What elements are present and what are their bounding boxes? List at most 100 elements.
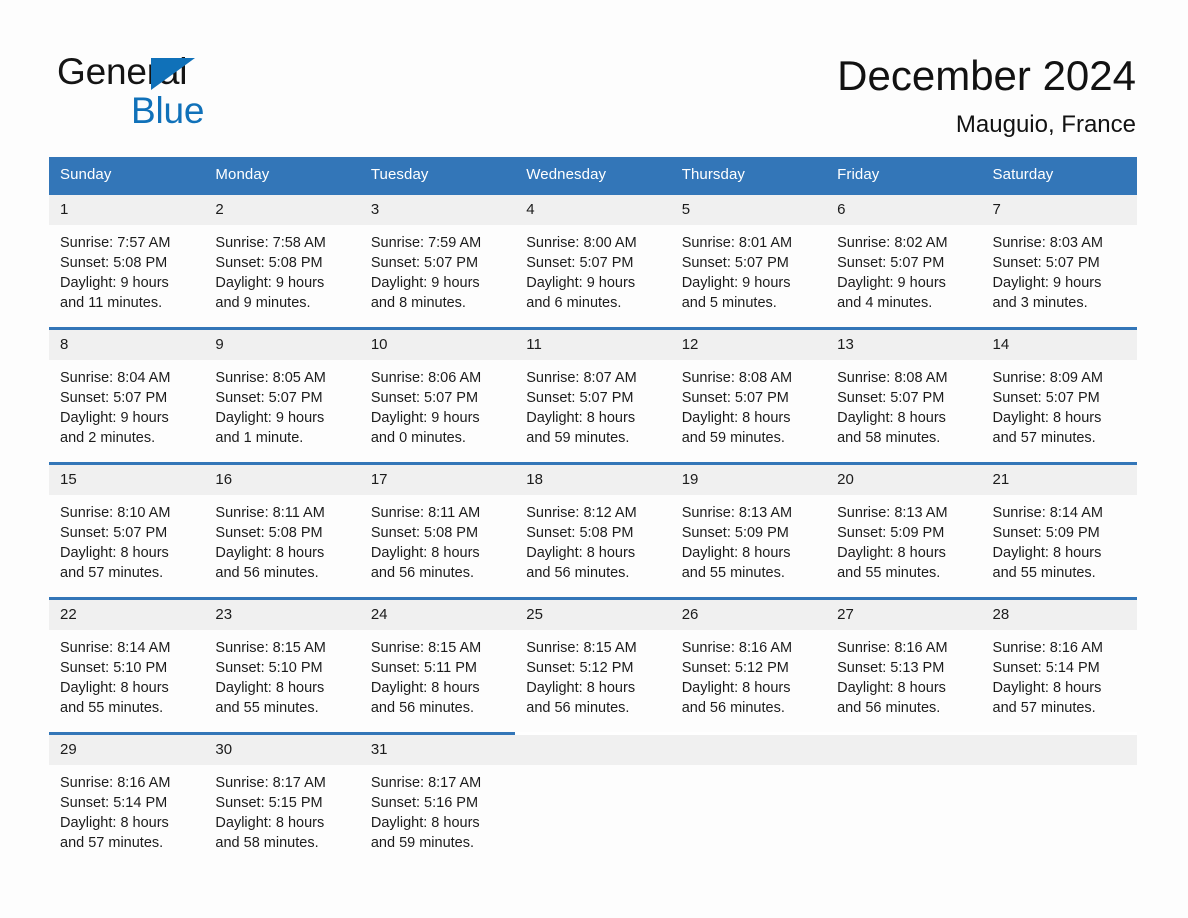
day-number: 29	[49, 735, 205, 765]
calendar-day-cell[interactable]: 8 Sunrise: 8:04 AM Sunset: 5:07 PM Daylight…	[49, 327, 205, 464]
sunset-text: Sunset: 5:07 PM	[992, 390, 1100, 406]
sunset-text: Sunset: 5:07 PM	[60, 390, 168, 406]
daylight-text-line1: Daylight: 9 hours	[215, 410, 325, 426]
day-details: Sunrise: 8:12 AM Sunset: 5:08 PM Daylight:…	[515, 495, 670, 583]
day-details: Sunrise: 8:11 AM Sunset: 5:08 PM Daylight:…	[204, 495, 359, 583]
day-number	[826, 735, 982, 765]
daylight-text-line2: and 56 minutes.	[370, 700, 475, 716]
daylight-text-line1: Daylight: 9 hours	[681, 275, 791, 291]
sunrise-text: Sunrise: 8:13 AM	[681, 505, 793, 521]
daylight-text-line1: Daylight: 8 hours	[837, 545, 946, 561]
day-number: 2	[204, 195, 360, 225]
day-number: 28	[981, 600, 1137, 630]
sunrise-text: Sunrise: 8:17 AM	[215, 775, 326, 791]
weekday-header-monday: Monday	[204, 157, 360, 194]
sunset-text: Sunset: 5:13 PM	[837, 660, 945, 676]
calendar-week-row: 15 Sunrise: 8:10 AM Sunset: 5:07 PM Dayligh…	[49, 462, 1137, 599]
daylight-text-line1: Daylight: 9 hours	[60, 275, 169, 291]
calendar-day-cell[interactable]: 22 Sunrise: 8:14 AM Sunset: 5:10 PM Dayligh…	[49, 597, 205, 734]
day-details: Sunrise: 8:14 AM Sunset: 5:10 PM Daylight:…	[49, 630, 204, 718]
calendar-day-cell[interactable]: 25 Sunrise: 8:15 AM Sunset: 5:12 PM Dayligh…	[515, 597, 671, 734]
sunrise-text: Sunrise: 8:12 AM	[526, 505, 637, 521]
page-header: General Blue December 2024 Mauguio, Fran…	[0, 0, 1188, 152]
daylight-text-line2: and 55 minutes.	[681, 565, 785, 581]
day-number: 25	[515, 600, 671, 630]
weekday-header-thursday: Thursday	[670, 157, 827, 194]
daylight-text-line1: Daylight: 8 hours	[681, 545, 791, 561]
sunset-text: Sunset: 5:08 PM	[215, 525, 323, 541]
location-subtitle: Mauguio, France	[955, 111, 1136, 138]
calendar-day-cell[interactable]: 31 Sunrise: 8:17 AM Sunset: 5:16 PM Dayligh…	[359, 732, 516, 867]
sunset-text: Sunset: 5:08 PM	[60, 255, 168, 271]
sunset-text: Sunset: 5:07 PM	[370, 255, 479, 271]
calendar-day-cell[interactable]: 23 Sunrise: 8:15 AM Sunset: 5:10 PM Dayligh…	[204, 597, 360, 734]
calendar-day-cell[interactable]: 11 Sunrise: 8:07 AM Sunset: 5:07 PM Dayligh…	[515, 327, 671, 464]
sunset-text: Sunset: 5:12 PM	[526, 660, 634, 676]
calendar-day-cell[interactable]: 28 Sunrise: 8:16 AM Sunset: 5:14 PM Dayligh…	[981, 597, 1137, 734]
sunrise-text: Sunrise: 8:01 AM	[681, 235, 793, 251]
daylight-text-line1: Daylight: 8 hours	[681, 680, 791, 696]
calendar-day-cell[interactable]: 10 Sunrise: 8:06 AM Sunset: 5:07 PM Dayligh…	[359, 327, 516, 464]
calendar-week-row: 22 Sunrise: 8:14 AM Sunset: 5:10 PM Dayligh…	[49, 597, 1137, 734]
calendar-day-cell[interactable]: 16 Sunrise: 8:11 AM Sunset: 5:08 PM Dayligh…	[204, 462, 360, 599]
day-number: 13	[826, 330, 982, 360]
weekday-header-tuesday: Tuesday	[359, 157, 516, 194]
daylight-text-line2: and 56 minutes.	[526, 700, 630, 716]
calendar-day-cell[interactable]: 7 Sunrise: 8:03 AM Sunset: 5:07 PM Daylight…	[981, 192, 1137, 329]
sunrise-text: Sunrise: 8:16 AM	[60, 775, 171, 791]
day-number: 18	[515, 465, 671, 495]
calendar-day-cell[interactable]: 29 Sunrise: 8:16 AM Sunset: 5:14 PM Dayligh…	[49, 732, 205, 867]
sunset-text: Sunset: 5:14 PM	[60, 795, 168, 811]
day-number: 12	[670, 330, 827, 360]
weekday-header-wednesday: Wednesday	[515, 157, 671, 194]
daylight-text-line2: and 57 minutes.	[992, 700, 1096, 716]
daylight-text-line2: and 58 minutes.	[215, 835, 319, 851]
calendar-day-cell[interactable]: 30 Sunrise: 8:17 AM Sunset: 5:15 PM Dayligh…	[204, 732, 360, 867]
day-details: Sunrise: 8:16 AM Sunset: 5:14 PM Daylight:…	[982, 630, 1137, 718]
daylight-text-line2: and 56 minutes.	[215, 565, 319, 581]
calendar-day-cell[interactable]: 13 Sunrise: 8:08 AM Sunset: 5:07 PM Dayligh…	[826, 327, 982, 464]
day-details: Sunrise: 7:57 AM Sunset: 5:08 PM Daylight:…	[49, 225, 204, 313]
daylight-text-line2: and 11 minutes.	[60, 295, 163, 311]
calendar-day-cell-empty	[826, 732, 982, 867]
sunrise-text: Sunrise: 8:03 AM	[992, 235, 1103, 251]
daylight-text-line1: Daylight: 8 hours	[837, 680, 946, 696]
calendar-day-cell[interactable]: 27 Sunrise: 8:16 AM Sunset: 5:13 PM Dayligh…	[826, 597, 982, 734]
daylight-text-line2: and 55 minutes.	[992, 565, 1096, 581]
calendar-day-cell[interactable]: 17 Sunrise: 8:11 AM Sunset: 5:08 PM Dayligh…	[359, 462, 516, 599]
calendar-day-cell[interactable]: 24 Sunrise: 8:15 AM Sunset: 5:11 PM Dayligh…	[359, 597, 516, 734]
day-number: 22	[49, 600, 205, 630]
sunrise-text: Sunrise: 8:13 AM	[837, 505, 948, 521]
calendar-day-cell[interactable]: 9 Sunrise: 8:05 AM Sunset: 5:07 PM Daylight…	[204, 327, 360, 464]
daylight-text-line2: and 57 minutes.	[60, 565, 164, 581]
calendar-day-cell[interactable]: 3 Sunrise: 7:59 AM Sunset: 5:07 PM Daylight…	[359, 192, 516, 329]
calendar-day-cell[interactable]: 12 Sunrise: 8:08 AM Sunset: 5:07 PM Dayligh…	[670, 327, 827, 464]
calendar-day-cell[interactable]: 5 Sunrise: 8:01 AM Sunset: 5:07 PM Daylight…	[670, 192, 827, 329]
sunrise-text: Sunrise: 8:16 AM	[992, 640, 1103, 656]
calendar-day-cell[interactable]: 26 Sunrise: 8:16 AM Sunset: 5:12 PM Dayligh…	[670, 597, 827, 734]
day-number: 14	[981, 330, 1137, 360]
generalblue-logo[interactable]: General Blue	[57, 52, 317, 132]
daylight-text-line2: and 58 minutes.	[837, 430, 941, 446]
calendar-day-cell[interactable]: 6 Sunrise: 8:02 AM Sunset: 5:07 PM Daylight…	[826, 192, 982, 329]
calendar-day-cell[interactable]: 2 Sunrise: 7:58 AM Sunset: 5:08 PM Daylight…	[204, 192, 360, 329]
daylight-text-line1: Daylight: 8 hours	[992, 545, 1102, 561]
calendar-day-cell[interactable]: 21 Sunrise: 8:14 AM Sunset: 5:09 PM Dayligh…	[981, 462, 1137, 599]
daylight-text-line2: and 8 minutes.	[370, 295, 466, 311]
day-details: Sunrise: 8:03 AM Sunset: 5:07 PM Daylight:…	[982, 225, 1137, 313]
calendar-day-cell[interactable]: 19 Sunrise: 8:13 AM Sunset: 5:09 PM Dayligh…	[670, 462, 827, 599]
calendar-day-cell[interactable]: 14 Sunrise: 8:09 AM Sunset: 5:07 PM Dayligh…	[981, 327, 1137, 464]
sunrise-text: Sunrise: 8:14 AM	[992, 505, 1103, 521]
day-number: 3	[359, 195, 516, 225]
calendar-day-cell[interactable]: 4 Sunrise: 8:00 AM Sunset: 5:07 PM Daylight…	[515, 192, 671, 329]
day-details: Sunrise: 8:14 AM Sunset: 5:09 PM Daylight:…	[982, 495, 1137, 583]
day-number: 23	[204, 600, 360, 630]
calendar-day-cell[interactable]: 18 Sunrise: 8:12 AM Sunset: 5:08 PM Dayligh…	[515, 462, 671, 599]
day-details: Sunrise: 8:02 AM Sunset: 5:07 PM Daylight:…	[826, 225, 981, 313]
sunset-text: Sunset: 5:10 PM	[60, 660, 168, 676]
calendar-day-cell[interactable]: 20 Sunrise: 8:13 AM Sunset: 5:09 PM Dayligh…	[826, 462, 982, 599]
calendar-day-cell[interactable]: 15 Sunrise: 8:10 AM Sunset: 5:07 PM Dayligh…	[49, 462, 205, 599]
daylight-text-line2: and 4 minutes.	[837, 295, 933, 311]
day-details: Sunrise: 8:16 AM Sunset: 5:13 PM Daylight:…	[826, 630, 981, 718]
calendar-day-cell[interactable]: 1 Sunrise: 7:57 AM Sunset: 5:08 PM Daylight…	[49, 192, 205, 329]
